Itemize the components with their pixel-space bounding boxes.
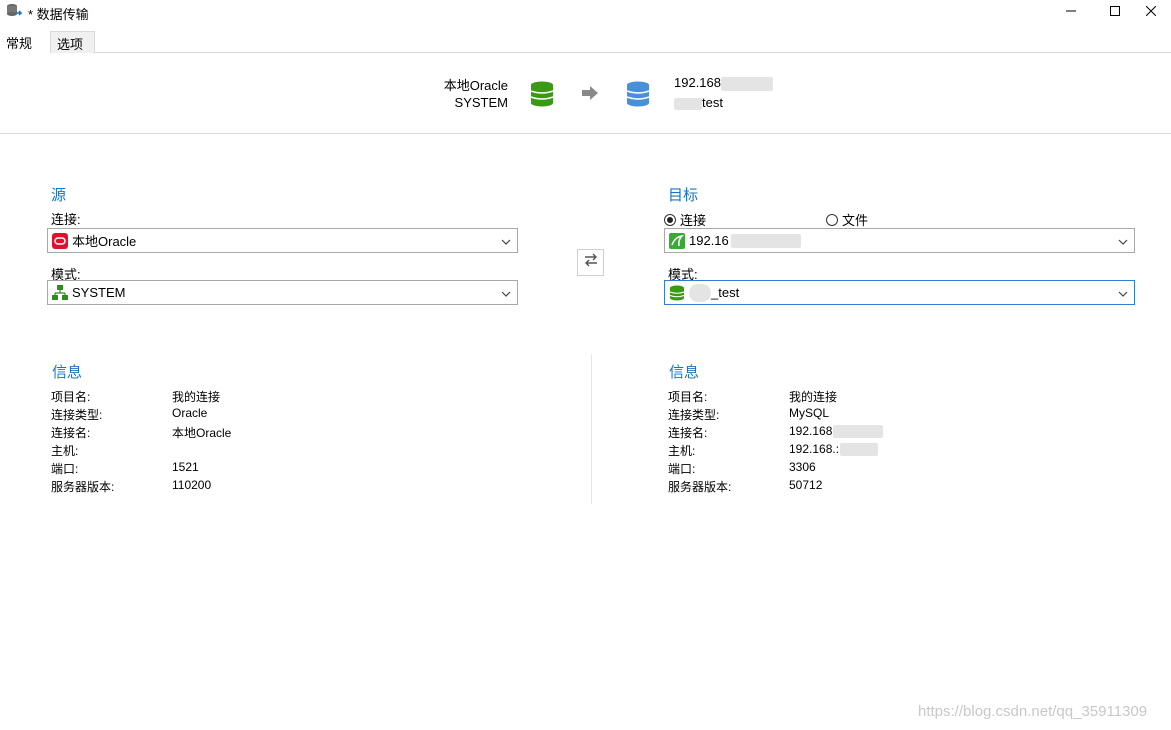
info-divider (591, 354, 592, 504)
source-schema-value: SYSTEM (72, 285, 126, 300)
target-title: 目标 (668, 187, 699, 204)
tab-bar: 常规 选项 (0, 31, 1171, 54)
target-info-table: 项目名: 我的连接 连接类型: MySQL 连接名: 192.168 主机: 192.1… (668, 388, 968, 496)
source-connection-label: 连接: (51, 212, 81, 227)
chevron-down-icon (1118, 235, 1128, 250)
chevron-down-icon (1118, 287, 1128, 302)
source-schema-select[interactable]: SYSTEM (47, 280, 518, 305)
info-row: 端口: 1521 (51, 460, 199, 476)
info-row: 端口: 3306 (668, 460, 816, 476)
radio-button-selected (664, 213, 676, 226)
window-title: * 数据传输 (28, 7, 89, 22)
radio-connection-label: 连接 (680, 213, 707, 228)
source-title: 源 (51, 187, 67, 204)
info-row: 连接类型: Oracle (51, 406, 208, 422)
target-database-icon (626, 81, 650, 112)
radio-file-label: 文件 (842, 213, 869, 228)
mysql-icon (669, 232, 685, 249)
oracle-icon (52, 232, 68, 249)
chevron-down-icon (501, 287, 511, 302)
info-row: 项目名: 我的连接 (668, 390, 838, 404)
info-row: 连接名: 本地Oracle (51, 426, 232, 440)
minimize-button[interactable] (1048, 0, 1094, 24)
summary-target-db: test (674, 95, 723, 110)
summary-source-schema: SYSTEM (454, 95, 508, 110)
info-row: 主机: (51, 444, 79, 458)
arrow-right-icon (582, 86, 598, 105)
radio-file[interactable]: 文件 (826, 210, 868, 229)
tab-general[interactable]: 常规 (0, 31, 50, 54)
summary-target-host: 192.168 (674, 75, 773, 91)
source-connection-select[interactable]: 本地Oracle (47, 228, 518, 253)
target-connection-value: 192.16 (689, 233, 729, 248)
target-schema-select[interactable]: _test (664, 280, 1135, 305)
source-connection-value: 本地Oracle (72, 234, 137, 249)
close-icon (1145, 3, 1157, 21)
title-bar: * 数据传输 (0, 0, 1171, 24)
source-database-icon (530, 81, 554, 112)
chevron-down-icon (501, 235, 511, 250)
summary-source-connection: 本地Oracle (443, 78, 508, 93)
close-button[interactable] (1128, 0, 1171, 24)
source-info-table: 项目名: 我的连接 连接类型: Oracle 连接名: 本地Oracle 主机: 端口… (51, 388, 351, 496)
radio-button-unselected (826, 213, 838, 226)
tab-options[interactable]: 选项 (50, 31, 95, 53)
info-row: 服务器版本: 110200 (51, 478, 212, 494)
minimize-icon (1066, 3, 1076, 21)
info-row: 主机: 192.168.: (668, 442, 968, 460)
radio-connection[interactable]: 连接 (664, 210, 706, 229)
watermark: https://blog.csdn.net/qq_35911309 (918, 703, 1148, 720)
info-row: 项目名: 我的连接 (51, 390, 221, 404)
schema-icon (52, 284, 68, 301)
swap-button[interactable] (577, 249, 604, 276)
info-row: 连接类型: MySQL (668, 406, 830, 422)
info-row: 服务器版本: 50712 (668, 478, 823, 494)
database-icon (669, 285, 685, 301)
target-connection-select[interactable]: 192.16 (664, 228, 1135, 253)
target-info-title: 信息 (669, 364, 700, 381)
swap-icon (583, 253, 599, 272)
database-transfer-icon (6, 3, 23, 19)
source-info-title: 信息 (52, 364, 83, 381)
info-row: 连接名: 192.168 (668, 424, 968, 442)
target-schema-value: _test (711, 285, 740, 300)
maximize-icon (1110, 3, 1120, 21)
transfer-summary: 本地Oracle SYSTEM 192.168 test (0, 53, 1171, 134)
